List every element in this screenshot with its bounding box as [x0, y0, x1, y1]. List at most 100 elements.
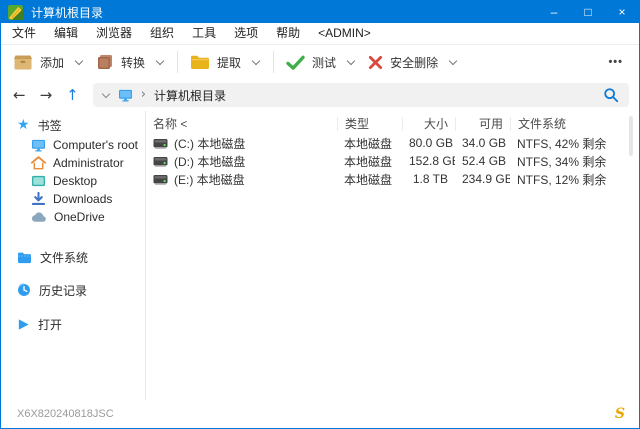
navigation-bar: ← → ↑ › 计算机根目录: [1, 79, 639, 111]
search-icon: [603, 87, 619, 103]
sidebar-item-filesystem[interactable]: 文件系统: [1, 246, 145, 268]
app-window: 计算机根目录 – □ × 文件 编辑 浏览器 组织 工具 选项 帮助 <ADMI…: [0, 0, 640, 429]
convert-icon: [96, 53, 114, 71]
up-button[interactable]: ↑: [66, 86, 79, 104]
menu-item-help[interactable]: 帮助: [267, 23, 309, 44]
star-icon: ★: [17, 118, 30, 132]
more-options-button[interactable]: •••: [608, 56, 623, 68]
minimize-button[interactable]: –: [537, 1, 571, 23]
convert-label: 转换: [121, 54, 145, 71]
drive-filesystem: NTFS, 34% 剩余: [510, 153, 639, 170]
column-header-size[interactable]: 大小: [402, 117, 455, 131]
drive-name-cell[interactable]: (D:) 本地磁盘: [146, 153, 337, 170]
drive-name: (E:) 本地磁盘: [174, 171, 245, 188]
drive-type: 本地磁盘: [337, 135, 402, 152]
table-row[interactable]: (C:) 本地磁盘 本地磁盘 80.0 GB 34.0 GB NTFS, 42%…: [146, 134, 639, 152]
drive-free: 234.9 GB: [455, 172, 510, 186]
clock-icon: [17, 283, 31, 297]
test-label: 测试: [312, 54, 336, 71]
sidebar-item-label: OneDrive: [54, 210, 105, 224]
search-button[interactable]: [603, 87, 619, 103]
drive-type: 本地磁盘: [337, 153, 402, 170]
archive-box-icon: [13, 54, 33, 70]
back-button[interactable]: ←: [13, 86, 26, 104]
menu-item-options[interactable]: 选项: [225, 23, 267, 44]
chevron-down-icon[interactable]: [252, 56, 260, 64]
desktop-icon: [31, 175, 46, 187]
table-row[interactable]: (D:) 本地磁盘 本地磁盘 152.8 GB 52.4 GB NTFS, 34…: [146, 152, 639, 170]
sidebar-item-open[interactable]: 打开: [1, 313, 145, 335]
menu-item-tools[interactable]: 工具: [183, 23, 225, 44]
add-button[interactable]: 添加: [7, 50, 90, 75]
computer-icon: [118, 89, 133, 102]
menu-item-organize[interactable]: 组织: [141, 23, 183, 44]
drive-type: 本地磁盘: [337, 171, 402, 188]
sidebar-item-computers-root[interactable]: Computer's root: [1, 136, 145, 154]
check-icon: [286, 55, 305, 70]
chevron-down-icon[interactable]: [75, 56, 83, 64]
forward-button[interactable]: →: [40, 86, 53, 104]
extract-button[interactable]: 提取: [184, 50, 267, 75]
home-icon: [31, 156, 46, 170]
window-controls: – □ ×: [537, 1, 639, 23]
sidebar-item-administrator[interactable]: Administrator: [1, 154, 145, 172]
sidebar-item-label: 打开: [38, 316, 62, 333]
menu-item-admin[interactable]: <ADMIN>: [309, 23, 380, 44]
address-dropdown-icon[interactable]: [101, 89, 109, 97]
file-list-panel: 名称 < 类型 大小 可用 文件系统 (C:) 本地磁盘 本地磁盘 8: [146, 111, 639, 400]
chevron-down-icon[interactable]: [449, 56, 457, 64]
toolbar: 添加 转换 提取 测试: [1, 45, 639, 79]
hard-drive-icon: [153, 155, 168, 168]
drive-size: 80.0 GB: [402, 136, 455, 150]
drive-size: 152.8 GB: [402, 154, 455, 168]
chevron-down-icon[interactable]: [156, 56, 164, 64]
convert-button[interactable]: 转换: [90, 49, 171, 75]
menu-item-edit[interactable]: 编辑: [45, 23, 87, 44]
address-bar[interactable]: › 计算机根目录: [93, 83, 629, 107]
column-header-filesystem[interactable]: 文件系统: [510, 117, 639, 131]
window-title: 计算机根目录: [31, 4, 103, 21]
drive-free: 34.0 GB: [455, 136, 510, 150]
hard-drive-icon: [153, 173, 168, 186]
drive-name: (C:) 本地磁盘: [174, 135, 245, 152]
menu-item-browser[interactable]: 浏览器: [87, 23, 141, 44]
red-x-icon: [368, 55, 383, 70]
column-header-free[interactable]: 可用: [455, 117, 510, 131]
drive-free: 52.4 GB: [455, 154, 510, 168]
extract-label: 提取: [217, 54, 241, 71]
sidebar-item-bookmarks[interactable]: ★ 书签: [1, 114, 145, 136]
sidebar-item-label: 历史记录: [39, 282, 87, 299]
close-button[interactable]: ×: [605, 1, 639, 23]
drive-name-cell[interactable]: (E:) 本地磁盘: [146, 171, 337, 188]
maximize-button[interactable]: □: [571, 1, 605, 23]
sidebar-item-label: Administrator: [53, 156, 124, 170]
sidebar-item-label: 文件系统: [40, 249, 88, 266]
app-logo-icon: [8, 5, 23, 20]
sidebar-item-desktop[interactable]: Desktop: [1, 172, 145, 190]
monitor-icon: [31, 139, 46, 152]
brand-logo-icon: S: [615, 407, 625, 421]
extract-folder-icon: [190, 54, 210, 70]
menu-item-file[interactable]: 文件: [3, 23, 45, 44]
drive-filesystem: NTFS, 12% 剩余: [510, 171, 639, 188]
table-row[interactable]: (E:) 本地磁盘 本地磁盘 1.8 TB 234.9 GB NTFS, 12%…: [146, 170, 639, 188]
chevron-down-icon[interactable]: [347, 56, 355, 64]
cloud-icon: [31, 211, 47, 223]
add-label: 添加: [40, 54, 64, 71]
toolbar-separator: [273, 51, 274, 73]
title-bar: 计算机根目录 – □ ×: [1, 1, 639, 23]
sidebar-item-label: Downloads: [53, 192, 112, 206]
sidebar-item-history[interactable]: 历史记录: [1, 279, 145, 301]
drive-name-cell[interactable]: (C:) 本地磁盘: [146, 135, 337, 152]
scrollbar-thumb[interactable]: [629, 116, 633, 156]
window-body: ★ 书签 Computer's root Administrator: [1, 111, 639, 400]
sidebar: ★ 书签 Computer's root Administrator: [1, 111, 146, 400]
column-header-name[interactable]: 名称 <: [146, 117, 337, 131]
sidebar-item-onedrive[interactable]: OneDrive: [1, 208, 145, 226]
download-icon: [31, 192, 46, 206]
breadcrumb[interactable]: 计算机根目录: [154, 87, 226, 104]
sidebar-item-downloads[interactable]: Downloads: [1, 190, 145, 208]
test-button[interactable]: 测试: [280, 50, 362, 75]
column-header-type[interactable]: 类型: [337, 117, 402, 131]
secure-delete-button[interactable]: 安全删除: [362, 50, 464, 75]
